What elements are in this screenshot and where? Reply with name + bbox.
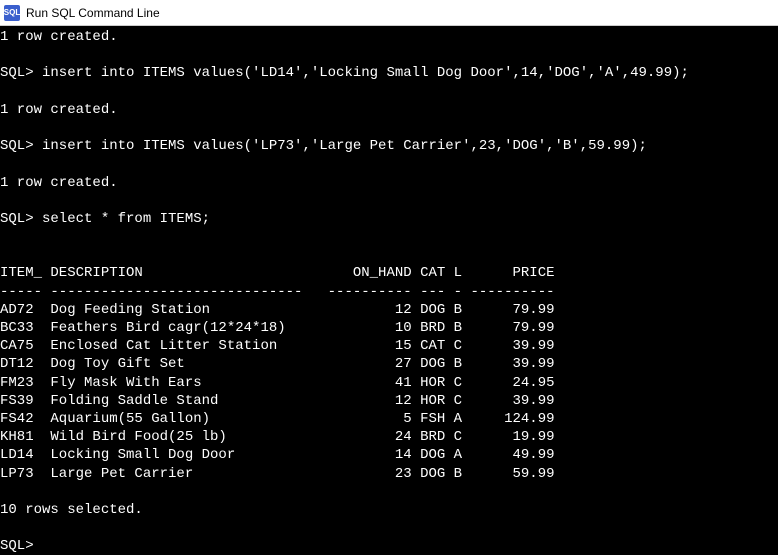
terminal-output[interactable]: 1 row created. SQL> insert into ITEMS va… [0,26,778,555]
window-title-bar: SQL Run SQL Command Line [0,0,778,26]
window-title-text: Run SQL Command Line [26,6,160,20]
sql-app-icon: SQL [4,5,20,21]
